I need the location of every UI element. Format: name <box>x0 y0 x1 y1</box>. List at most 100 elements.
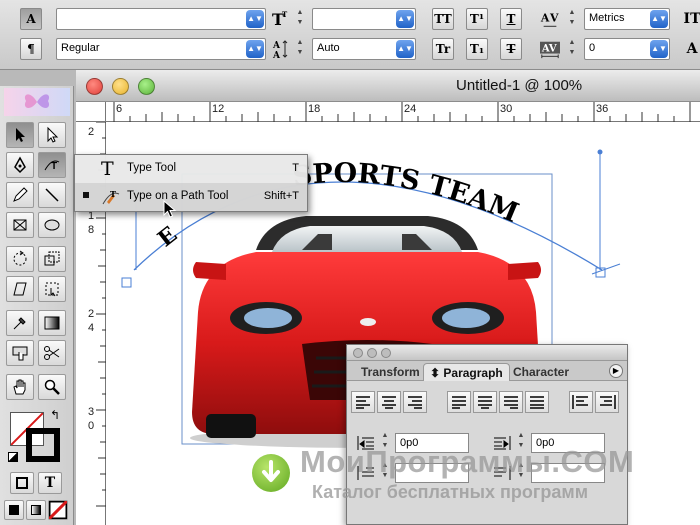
hand-pointer-icon <box>12 346 28 361</box>
swap-fill-stroke-icon[interactable]: ↰ <box>50 408 60 422</box>
line-tool[interactable] <box>38 182 66 208</box>
font-style-field[interactable]: Regular ▲▼ <box>56 38 266 60</box>
minimize-window-button[interactable] <box>112 78 129 95</box>
pencil-icon <box>13 187 28 202</box>
align-right-button[interactable] <box>403 391 427 413</box>
path-in-port[interactable] <box>121 277 132 288</box>
subscript-button[interactable]: T₁ <box>466 38 488 60</box>
rotate-tool[interactable] <box>6 246 34 272</box>
leading-field[interactable]: Auto ▲▼ <box>312 38 416 60</box>
justify-right-button[interactable] <box>499 391 523 413</box>
flyout-item-type-on-path-tool[interactable]: T Type on a Path Tool Shift+T <box>75 183 307 211</box>
gradient-icon <box>44 316 60 330</box>
panel-close-button[interactable] <box>353 348 363 358</box>
ruler-origin[interactable] <box>76 102 106 122</box>
justify-center-button[interactable] <box>473 391 497 413</box>
font-family-dropdown-icon[interactable]: ▲▼ <box>246 10 264 28</box>
apply-none-button[interactable] <box>48 500 68 520</box>
ruler-top-label: 24 <box>404 103 417 115</box>
ruler-left-label: 2 <box>88 308 95 320</box>
font-family-field[interactable]: ▲▼ <box>56 8 266 30</box>
shear-tool[interactable] <box>6 276 34 302</box>
character-formatting-label: A <box>26 12 36 26</box>
tracking-dropdown-icon[interactable]: ▲▼ <box>650 40 668 58</box>
type-tool[interactable]: T <box>38 152 66 178</box>
rotate-icon <box>13 250 27 266</box>
gradient-tool[interactable] <box>38 310 66 336</box>
strikethrough-label: T <box>506 42 516 56</box>
zoom-window-button[interactable] <box>138 78 155 95</box>
tab-paragraph[interactable]: ⬍ Paragraph <box>423 363 510 381</box>
pencil-tool[interactable] <box>6 182 34 208</box>
button-tool[interactable] <box>6 340 34 366</box>
small-caps-button[interactable]: Tr <box>432 38 454 60</box>
kerning-dropdown-icon[interactable]: ▲▼ <box>650 10 668 28</box>
align-towards-spine-icon <box>572 395 588 409</box>
panel-zoom-button[interactable] <box>381 348 391 358</box>
container-icon <box>16 477 28 489</box>
apply-color-button[interactable] <box>4 500 24 520</box>
close-window-button[interactable] <box>86 78 103 95</box>
direct-selection-tool[interactable] <box>38 122 66 148</box>
pen-tool[interactable] <box>6 152 34 178</box>
flyout-item-type-tool[interactable]: T Type Tool T <box>75 155 307 183</box>
font-size-icon: TT <box>270 8 290 30</box>
kerning-stepper[interactable]: ▲ ▼ <box>566 8 578 30</box>
rectangle-frame-tool[interactable] <box>6 212 34 238</box>
leading-stepper[interactable]: ▲ ▼ <box>294 38 306 60</box>
align-towards-spine-button[interactable] <box>569 391 593 413</box>
direction-handle[interactable] <box>597 149 603 155</box>
tracking-stepper[interactable]: ▲ ▼ <box>566 38 578 60</box>
formatting-container-button[interactable] <box>10 472 34 494</box>
panel-minimize-button[interactable] <box>367 348 377 358</box>
horizontal-ruler[interactable]: 6 12 18 24 30 36 <box>106 102 700 122</box>
kerning-icon: AV <box>540 8 560 30</box>
scissors-icon <box>44 346 60 360</box>
panel-titlebar[interactable] <box>347 345 627 361</box>
ruler-left-label: 3 <box>88 406 95 418</box>
superscript-button[interactable]: T¹ <box>466 8 488 30</box>
paragraph-formatting-button[interactable]: ¶ <box>20 38 42 60</box>
svg-text:T: T <box>110 189 116 199</box>
strikethrough-button[interactable]: T <box>500 38 522 60</box>
solid-color-icon <box>9 505 19 515</box>
character-formatting-button[interactable]: A <box>20 8 42 30</box>
justify-right-icon <box>504 396 518 409</box>
justify-all-button[interactable] <box>525 391 549 413</box>
align-left-button[interactable] <box>351 391 375 413</box>
butterfly-logo-icon <box>24 94 50 109</box>
kerning-field[interactable]: Metrics ▲▼ <box>584 8 670 30</box>
svg-text:T: T <box>282 10 288 19</box>
font-size-field[interactable]: ▲▼ <box>312 8 416 30</box>
hand-tool[interactable] <box>6 374 34 400</box>
free-transform-tool[interactable] <box>38 276 66 302</box>
scale-tool[interactable] <box>38 246 66 272</box>
eyedropper-tool[interactable] <box>6 310 34 336</box>
font-style-dropdown-icon[interactable]: ▲▼ <box>246 40 264 58</box>
zoom-tool[interactable] <box>38 374 66 400</box>
align-center-button[interactable] <box>377 391 401 413</box>
flyout-item-label: Type Tool <box>127 162 177 174</box>
apply-gradient-button[interactable] <box>26 500 46 520</box>
all-caps-button[interactable]: TT <box>432 8 454 30</box>
default-colors-icon[interactable] <box>8 452 18 462</box>
selection-tool[interactable] <box>6 122 34 148</box>
control-bar: A ¶ ▲▼ Regular ▲▼ TT ▲ ▼ ▲▼ AA ▲ ▼ Auto ▲▼… <box>0 0 700 70</box>
scissors-tool[interactable] <box>38 340 66 366</box>
ellipse-tool[interactable] <box>38 212 66 238</box>
all-caps-label: TT <box>434 12 452 26</box>
tracking-field[interactable]: 0 ▲▼ <box>584 38 670 60</box>
formatting-text-button[interactable]: T <box>38 472 62 494</box>
tab-transform[interactable]: Transform <box>355 363 426 381</box>
font-size-dropdown-icon[interactable]: ▲▼ <box>396 10 414 28</box>
stroke-swatch[interactable] <box>26 428 60 462</box>
underline-button[interactable]: T <box>500 8 522 30</box>
leading-dropdown-icon[interactable]: ▲▼ <box>396 40 414 58</box>
panel-menu-icon[interactable]: ▶ <box>609 364 623 378</box>
svg-text:A: A <box>540 12 550 25</box>
justify-left-button[interactable] <box>447 391 471 413</box>
tab-character[interactable]: Character <box>507 363 575 381</box>
ruler-top-label: 36 <box>596 103 609 115</box>
align-away-from-spine-button[interactable] <box>595 391 619 413</box>
font-size-stepper[interactable]: ▲ ▼ <box>294 8 306 30</box>
